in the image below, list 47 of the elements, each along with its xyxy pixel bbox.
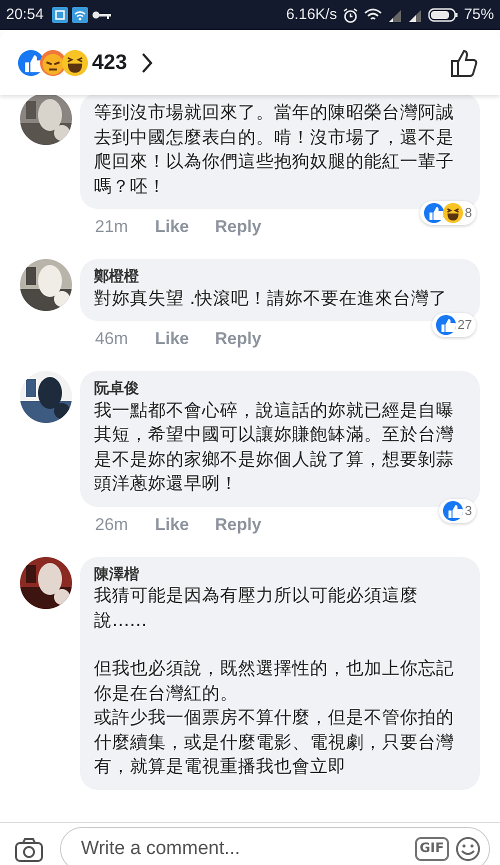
emoji-icon[interactable]: [455, 836, 481, 862]
camera-icon[interactable]: [14, 835, 44, 863]
comment-text: 對妳真失望 .快滾吧！請妳不要在進來台灣了: [94, 288, 448, 310]
like-reaction-icon: [424, 203, 444, 223]
gif-button[interactable]: GIF: [414, 837, 449, 861]
like-link[interactable]: Like: [155, 512, 190, 538]
reply-link[interactable]: Reply: [215, 214, 262, 240]
comment-text: 我猜可能是因為有壓力所以可能必須這麼說……: [94, 585, 419, 632]
comment-text: 等到沒市場就回來了。當年的陳昭榮台灣阿誠去到中國怎麼表白的。啃！沒市場了，還不是爬回來！以為你們這些抱狗奴腿的能紅一輩子嗎？呸！: [94, 102, 455, 198]
signal-icon: [388, 8, 402, 22]
battery-percent-text: 75%: [464, 4, 494, 25]
comment-time: 21m: [95, 216, 130, 238]
clock-text: 20:54: [6, 4, 44, 25]
commenter-name[interactable]: 陳澤楷: [94, 564, 466, 584]
reaction-badge[interactable]: 3: [438, 498, 476, 522]
key-icon: [92, 10, 112, 20]
app-notification-icon: [52, 7, 68, 23]
haha-reaction-icon: [442, 203, 463, 223]
battery-icon: [428, 8, 458, 22]
comment-time: 46m: [95, 328, 130, 350]
signal-icon: [408, 8, 422, 22]
comment-field[interactable]: Write a comment... GIF: [60, 827, 490, 865]
haha-reaction-icon: [62, 50, 88, 76]
reaction-badge[interactable]: 27: [432, 313, 476, 337]
like-reaction-icon: [442, 500, 463, 520]
like-link[interactable]: Like: [155, 326, 190, 352]
comment-text: 但我也必須說，既然選擇性的，也加上你忘記你是在台灣紅的。: [94, 658, 455, 706]
wifi-icon: [364, 8, 382, 22]
like-link[interactable]: Like: [155, 214, 190, 240]
network-speed-text: 6.16K/s: [286, 4, 337, 25]
wifi-notification-icon: [72, 7, 88, 23]
like-reaction-icon: [18, 50, 44, 76]
reaction-count: 423: [92, 50, 128, 76]
comment-text: 或許少我一個票房不算什麼，但是不管你拍的什麼續集，或是什麼電影、電視劇，只要台灣有，就算是電視重播我也會立即: [94, 707, 455, 779]
like-icon[interactable]: [450, 48, 478, 78]
like-reaction-icon: [436, 315, 456, 335]
reaction-badge[interactable]: 8: [420, 201, 476, 225]
reply-link[interactable]: Reply: [215, 512, 262, 538]
commenter-name[interactable]: 阮卓俊: [94, 379, 466, 398]
commenter-name[interactable]: 鄭橙橙: [94, 267, 466, 286]
comment-time: 26m: [95, 514, 130, 536]
chevron-right-icon[interactable]: [141, 52, 154, 74]
reactions-summary[interactable]: 423: [18, 46, 154, 78]
angry-reaction-icon: [40, 50, 66, 76]
reply-link[interactable]: Reply: [215, 326, 262, 352]
comment-text: 我一點都不會心碎，說這話的妳就已經是自曝其短，希望中國可以讓妳賺飽缽滿。至於台灣是不是妳的家鄉不是妳個人說了算，想要剝蒜頭洋蔥妳還早咧！: [94, 400, 455, 496]
alarm-icon: [342, 8, 358, 22]
